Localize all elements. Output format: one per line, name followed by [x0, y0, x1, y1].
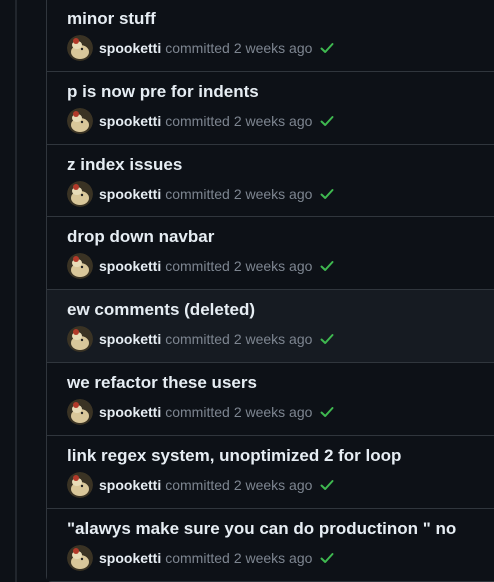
commit-row[interactable]: we refactor these users spooketti commit… — [47, 362, 494, 436]
avatar[interactable] — [67, 398, 93, 425]
commit-title-link[interactable]: drop down navbar — [67, 227, 214, 247]
commit-list: minor stuff spooketti committed 2 weeks … — [46, 0, 494, 582]
commit-row[interactable]: link regex system, unoptimized 2 for loo… — [47, 435, 494, 509]
author-link[interactable]: spooketti — [99, 186, 161, 202]
committed-label: committed — [165, 403, 230, 420]
commit-meta: spooketti committed 2 weeks ago — [67, 544, 335, 571]
avatar[interactable] — [67, 326, 93, 353]
author-link[interactable]: spooketti — [99, 113, 161, 129]
committed-label: committed — [165, 185, 230, 202]
avatar[interactable] — [67, 544, 93, 571]
commit-meta: spooketti committed 2 weeks ago — [67, 326, 335, 353]
commit-row[interactable]: drop down navbar spooketti committed 2 w… — [47, 217, 494, 291]
relative-time: 2 weeks ago — [233, 185, 313, 202]
committed-label: committed — [165, 549, 230, 566]
relative-time: 2 weeks ago — [233, 258, 313, 275]
commit-meta: spooketti committed 2 weeks ago — [67, 253, 335, 280]
relative-time: 2 weeks ago — [233, 403, 313, 420]
commit-title-link[interactable]: link regex system, unoptimized 2 for loo… — [67, 446, 401, 466]
check-icon[interactable] — [319, 186, 335, 202]
relative-time: 2 weeks ago — [233, 112, 313, 129]
check-icon[interactable] — [319, 40, 335, 56]
committed-label: committed — [165, 40, 230, 56]
author-link[interactable]: spooketti — [99, 331, 161, 347]
author-link[interactable]: spooketti — [99, 40, 161, 56]
author-link[interactable]: spooketti — [99, 550, 161, 566]
author-link[interactable]: spooketti — [99, 404, 161, 420]
check-icon[interactable] — [319, 550, 335, 566]
relative-time: 2 weeks ago — [233, 476, 313, 493]
commit-meta: spooketti committed 2 weeks ago — [67, 471, 335, 498]
check-icon[interactable] — [319, 113, 335, 129]
committed-label: committed — [165, 112, 230, 129]
commit-row[interactable]: minor stuff spooketti committed 2 weeks … — [47, 0, 494, 72]
author-link[interactable]: spooketti — [99, 477, 161, 493]
commit-title-link[interactable]: "alawys make sure you can do productinon… — [67, 519, 456, 539]
commit-title-link[interactable]: minor stuff — [67, 9, 156, 29]
timeline-line — [15, 0, 17, 582]
relative-time: 2 weeks ago — [233, 331, 313, 348]
commit-title-link[interactable]: p is now pre for indents — [67, 82, 259, 102]
commit-title-link[interactable]: ew comments (deleted) — [67, 300, 255, 320]
avatar[interactable] — [67, 180, 93, 207]
check-icon[interactable] — [319, 331, 335, 347]
commit-row[interactable]: ew comments (deleted) spooketti committe… — [47, 290, 494, 363]
committed-label: committed — [165, 258, 230, 275]
author-link[interactable]: spooketti — [99, 258, 161, 274]
commit-row[interactable]: z index issues spooketti committed 2 wee… — [47, 144, 494, 218]
avatar[interactable] — [67, 35, 93, 61]
commit-title-link[interactable]: we refactor these users — [67, 373, 257, 393]
relative-time: 2 weeks ago — [233, 549, 313, 566]
commit-meta: spooketti committed 2 weeks ago — [67, 35, 335, 61]
committed-label: committed — [165, 476, 230, 493]
commit-title-link[interactable]: z index issues — [67, 155, 182, 175]
commit-row[interactable]: p is now pre for indents spooketti commi… — [47, 71, 494, 145]
commit-meta: spooketti committed 2 weeks ago — [67, 398, 335, 425]
commit-row[interactable]: "alawys make sure you can do productinon… — [47, 508, 494, 582]
check-icon[interactable] — [319, 404, 335, 420]
check-icon[interactable] — [319, 258, 335, 274]
check-icon[interactable] — [319, 477, 335, 493]
relative-time: 2 weeks ago — [233, 40, 313, 56]
avatar[interactable] — [67, 253, 93, 280]
avatar[interactable] — [67, 471, 93, 498]
avatar[interactable] — [67, 107, 93, 134]
commit-meta: spooketti committed 2 weeks ago — [67, 180, 335, 207]
commit-meta: spooketti committed 2 weeks ago — [67, 107, 335, 134]
committed-label: committed — [165, 331, 230, 348]
